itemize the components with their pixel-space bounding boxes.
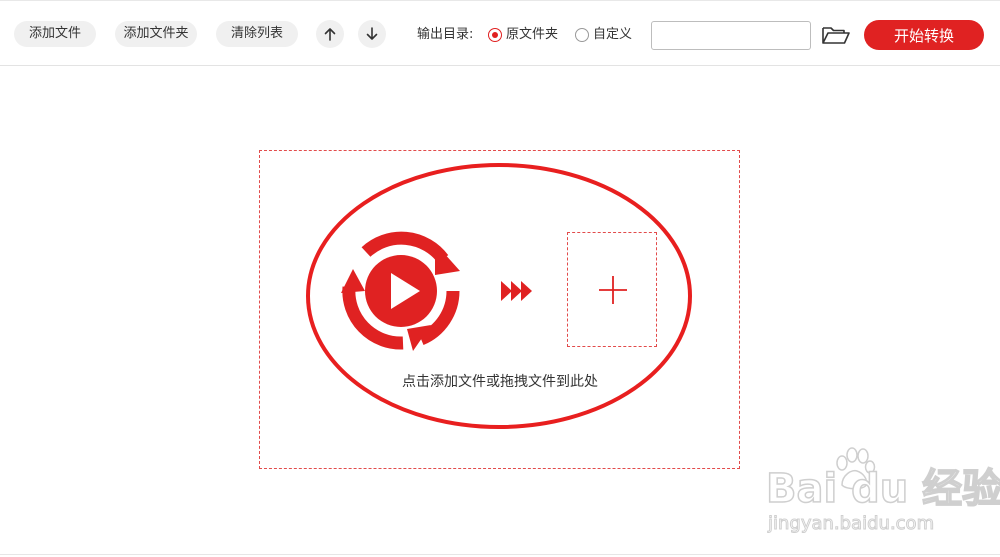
output-directory-label: 输出目录: [417,27,474,42]
radio-custom-folder[interactable]: 自定义 [575,25,632,45]
radio-original-label: 原文件夹 [506,27,559,42]
app-window: 添加文件 添加文件夹 清除列表 输出目录: 原文件夹 自定义 开始转换 点击添加… [0,0,1000,557]
arrow-up-icon [324,28,336,41]
output-path-input[interactable] [651,21,811,50]
drop-hint-text: 点击添加文件或拖拽文件到此处 [402,374,598,390]
folder-open-icon [822,27,850,44]
add-file-target[interactable] [567,232,657,347]
file-drop-zone[interactable] [259,150,740,469]
add-folder-button[interactable]: 添加文件夹 [115,21,197,47]
move-up-button[interactable] [316,20,344,48]
add-file-button[interactable]: 添加文件 [14,21,96,47]
toolbar: 添加文件 添加文件夹 清除列表 输出目录: 原文件夹 自定义 开始转换 [0,0,1000,66]
start-convert-button[interactable]: 开始转换 [864,20,984,50]
move-down-button[interactable] [358,20,386,48]
baidu-paw-icon [836,447,876,490]
watermark-main-text: Bai du 经验 [765,466,1000,512]
clear-list-button[interactable]: 清除列表 [216,21,298,47]
plus-icon [599,276,627,304]
watermark-sub-text: jingyan.baidu.com [767,513,935,535]
radio-original-indicator[interactable] [488,28,502,42]
video-convert-logo-icon [341,231,460,351]
radio-custom-indicator[interactable] [575,28,589,42]
radio-original-folder[interactable]: 原文件夹 [488,25,558,45]
bottom-divider [0,554,1000,555]
browse-folder-button[interactable] [821,23,851,47]
baidu-jingyan-watermark: Bai du 经验 jingyan.baidu.com [760,447,1000,542]
arrow-down-icon [366,27,378,40]
radio-custom-label: 自定义 [593,27,633,42]
triple-chevron-right-icon [501,281,532,301]
